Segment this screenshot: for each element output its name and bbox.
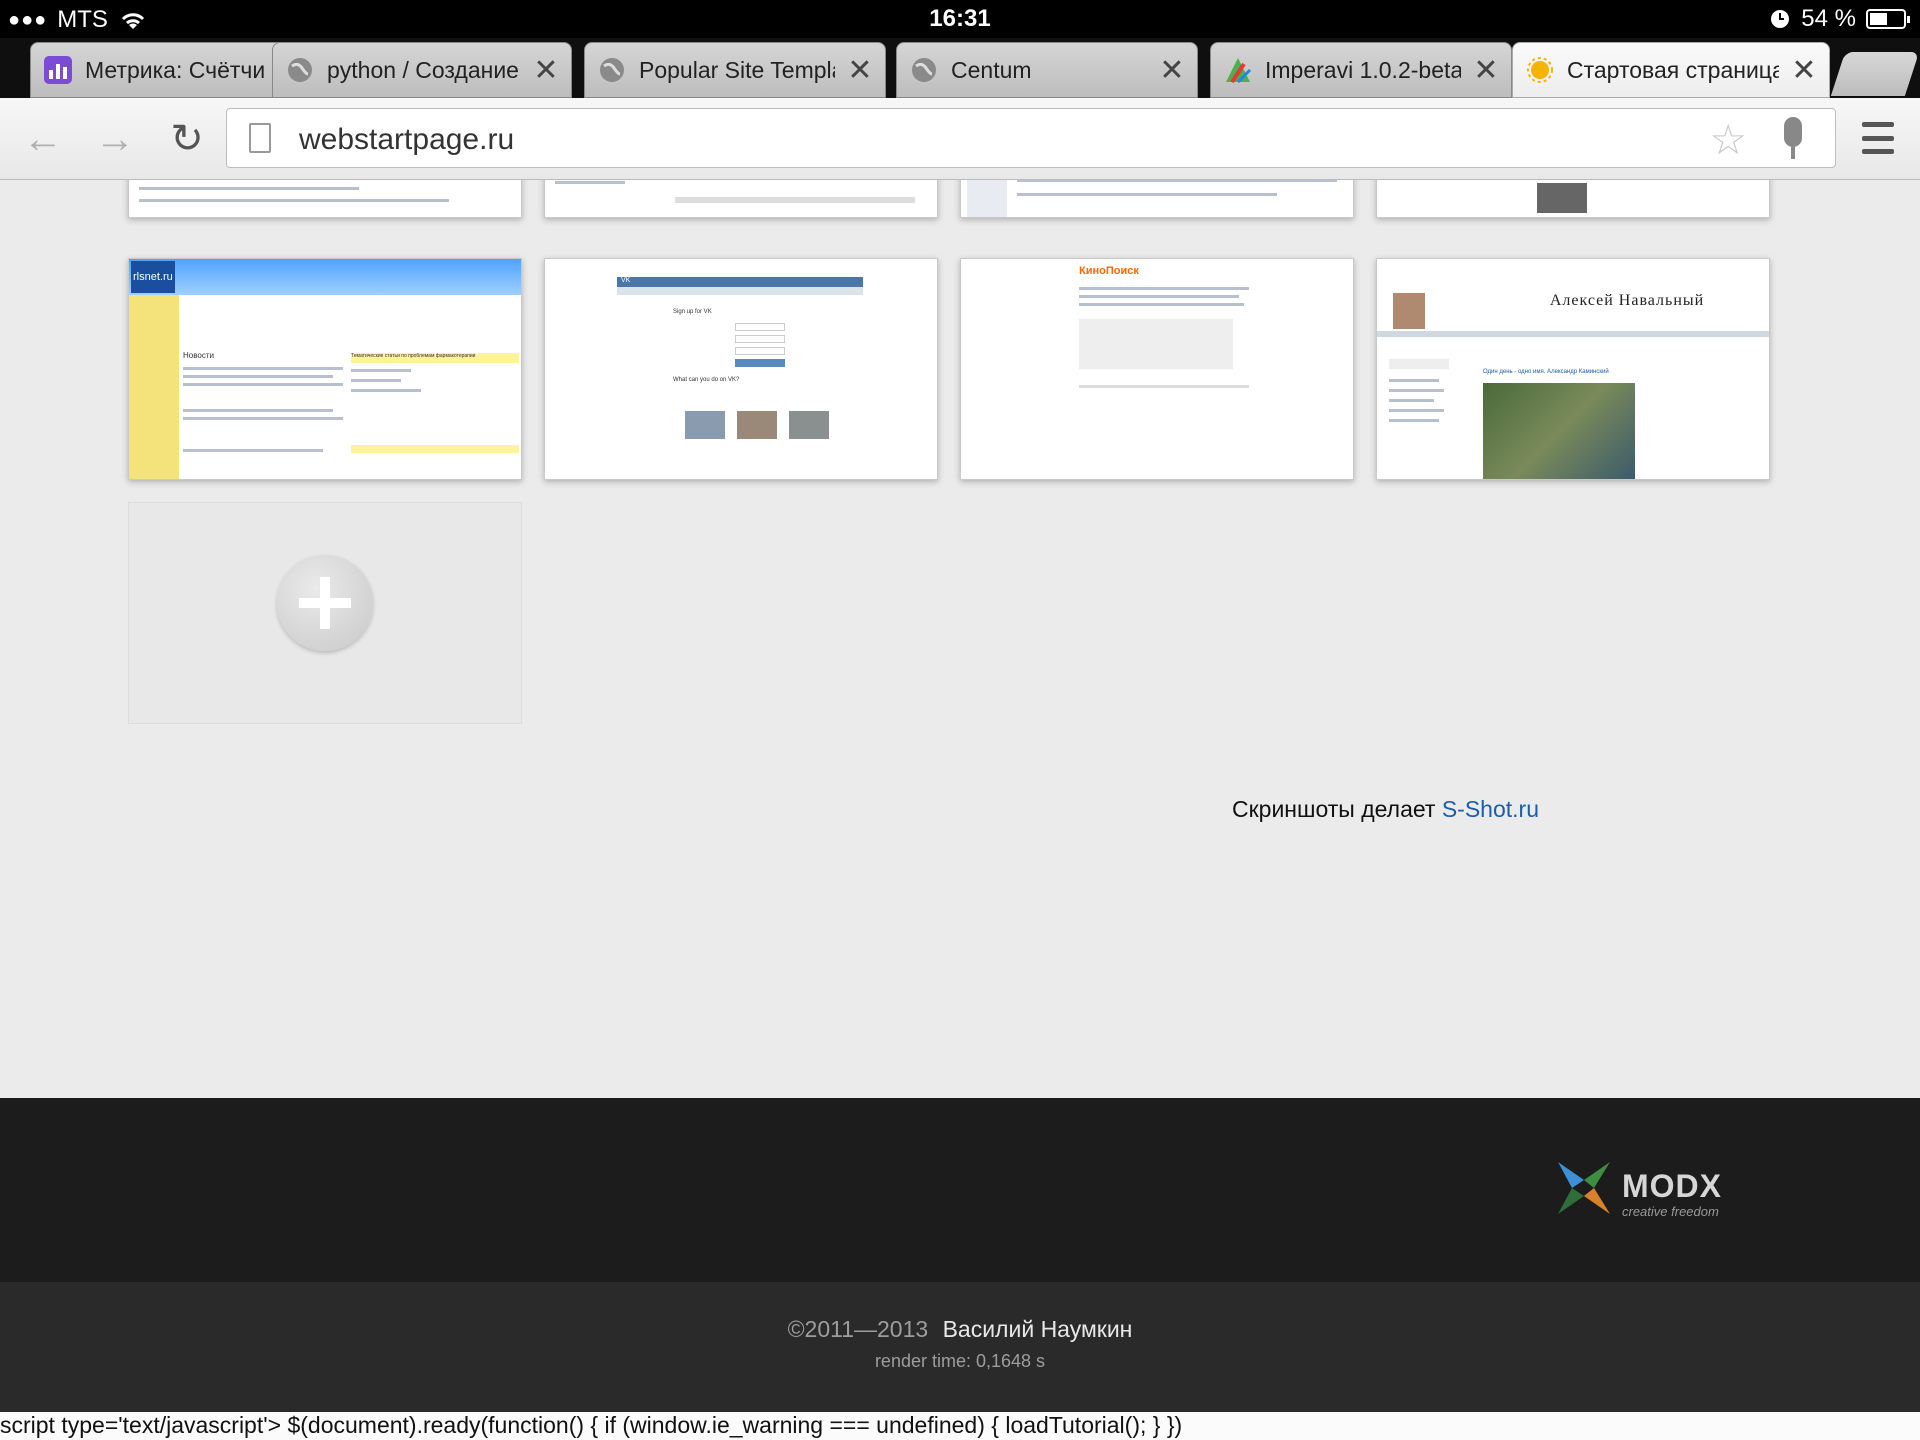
footer-bottom: ©2011—2013 Василий Наумкин render time: … <box>0 1282 1920 1412</box>
tab-centum[interactable]: Centum ✕ <box>896 42 1198 98</box>
tab-metrika[interactable]: Метрика: Счётчи <box>30 42 288 98</box>
footer: MODX creative freedom <box>0 1098 1920 1282</box>
close-icon[interactable]: ✕ <box>1791 53 1817 88</box>
thumbnail[interactable] <box>128 180 522 218</box>
navalny-title: Алексей Навальный <box>1549 292 1705 309</box>
arrow-left-icon: ← <box>23 116 63 161</box>
forward-button[interactable]: → <box>90 114 140 164</box>
tab-strip: Метрика: Счётчи python / Создание с ✕ Po… <box>0 38 1920 98</box>
thumbnail-navalny[interactable]: Алексей Навальный Один день - одно имя. … <box>1376 258 1770 480</box>
page-icon <box>249 123 271 153</box>
tab-python[interactable]: python / Создание с ✕ <box>272 42 572 98</box>
thumbnail[interactable] <box>960 180 1354 218</box>
imperavi-icon <box>1223 55 1253 85</box>
rlsnet-logo: rlsnet.ru <box>131 261 175 293</box>
thumbnail-vk[interactable]: VK Sign up for VK What can you do on VK? <box>544 258 938 480</box>
status-bar-right: 54 % <box>1769 5 1910 33</box>
omnibox[interactable]: webstartpage.ru ☆ <box>226 108 1836 168</box>
close-icon[interactable]: ✕ <box>847 53 873 88</box>
battery-level <box>1870 13 1888 25</box>
start-page: rlsnet.ru Новости Тематические статьи по… <box>0 180 1920 1098</box>
tab-popular-site-templates[interactable]: Popular Site Templat ✕ <box>584 42 886 98</box>
menu-bar <box>1862 135 1894 141</box>
modx-logo[interactable]: MODX creative freedom <box>1554 1156 1734 1226</box>
rlsnet-news-heading: Новости <box>183 351 214 360</box>
tab-title: Стартовая страница <box>1567 56 1779 83</box>
arrow-right-icon: → <box>95 116 135 161</box>
screenshot-credit: Скриншоты делает S-Shot.ru <box>1232 796 1539 823</box>
microphone-icon[interactable] <box>1773 117 1813 161</box>
navalny-post-title: Один день - одно имя. Александр Камински… <box>1483 369 1609 375</box>
menu-bar <box>1862 149 1894 154</box>
modx-wordmark: MODX <box>1622 1168 1722 1204</box>
sun-icon <box>1525 55 1555 85</box>
battery-icon <box>1866 9 1910 29</box>
back-button[interactable]: ← <box>18 114 68 164</box>
status-bar: ●●● MTS 16:31 54 % <box>0 0 1920 38</box>
url-text[interactable]: webstartpage.ru <box>299 123 514 157</box>
thumbnail[interactable] <box>1376 180 1770 218</box>
close-icon[interactable]: ✕ <box>1473 53 1499 88</box>
bookmark-star-icon[interactable]: ☆ <box>1709 115 1747 164</box>
alarm-clock-icon <box>1771 10 1790 28</box>
vk-what-heading: What can you do on VK? <box>673 377 740 383</box>
reload-button[interactable]: ↻ <box>162 114 212 164</box>
vk-signup-heading: Sign up for VK <box>673 309 712 315</box>
new-tab-button[interactable] <box>1830 52 1920 96</box>
tab-title: python / Создание с <box>327 56 521 83</box>
modx-tagline: creative freedom <box>1622 1204 1719 1219</box>
thumbnail[interactable] <box>544 180 938 218</box>
chart-icon <box>43 55 73 85</box>
thumbnail-kinopoisk[interactable]: КиноПоиск <box>960 258 1354 480</box>
menu-bar <box>1862 122 1894 127</box>
browser-toolbar: ← → ↻ webstartpage.ru ☆ <box>0 98 1920 180</box>
globe-icon <box>597 55 627 85</box>
render-time: render time: 0,1648 s <box>874 1351 1046 1371</box>
tab-title: Imperavi 1.0.2-beta | <box>1265 56 1461 83</box>
tab-start-page[interactable]: Стартовая страница ✕ <box>1512 42 1830 98</box>
plus-icon <box>277 555 373 651</box>
author-name: Василий Наумкин <box>942 1316 1133 1342</box>
close-icon[interactable]: ✕ <box>533 53 559 88</box>
globe-icon <box>909 55 939 85</box>
clock: 16:31 <box>929 5 991 32</box>
close-icon[interactable]: ✕ <box>1159 53 1185 88</box>
tab-title: Popular Site Templat <box>639 56 835 83</box>
globe-icon <box>285 55 315 85</box>
kinopoisk-logo: КиноПоиск <box>1079 265 1139 277</box>
modx-mark-icon <box>1558 1162 1610 1214</box>
copyright: ©2011—2013 Василий Наумкин <box>0 1316 1920 1343</box>
thumbnail-rlsnet[interactable]: rlsnet.ru Новости Тематические статьи по… <box>128 258 522 480</box>
leaked-script-text: script type='text/javascript'> $(documen… <box>0 1412 1920 1440</box>
copyright-years: ©2011—2013 <box>787 1316 929 1342</box>
tab-title: Centum <box>951 56 1032 83</box>
credit-prefix: Скриншоты делает <box>1232 796 1436 822</box>
s-shot-link[interactable]: S-Shot.ru <box>1442 796 1539 822</box>
add-bookmark-tile[interactable] <box>128 502 522 724</box>
battery-percent: 54 % <box>1801 5 1856 32</box>
reload-icon: ↻ <box>170 117 204 161</box>
rlsnet-articles-heading: Тематические статьи по проблемам фармако… <box>351 353 519 363</box>
menu-button[interactable] <box>1862 122 1894 154</box>
tab-imperavi[interactable]: Imperavi 1.0.2-beta | ✕ <box>1210 42 1512 98</box>
vk-logo: VK <box>617 277 863 287</box>
tab-title: Метрика: Счётчи <box>85 56 266 83</box>
